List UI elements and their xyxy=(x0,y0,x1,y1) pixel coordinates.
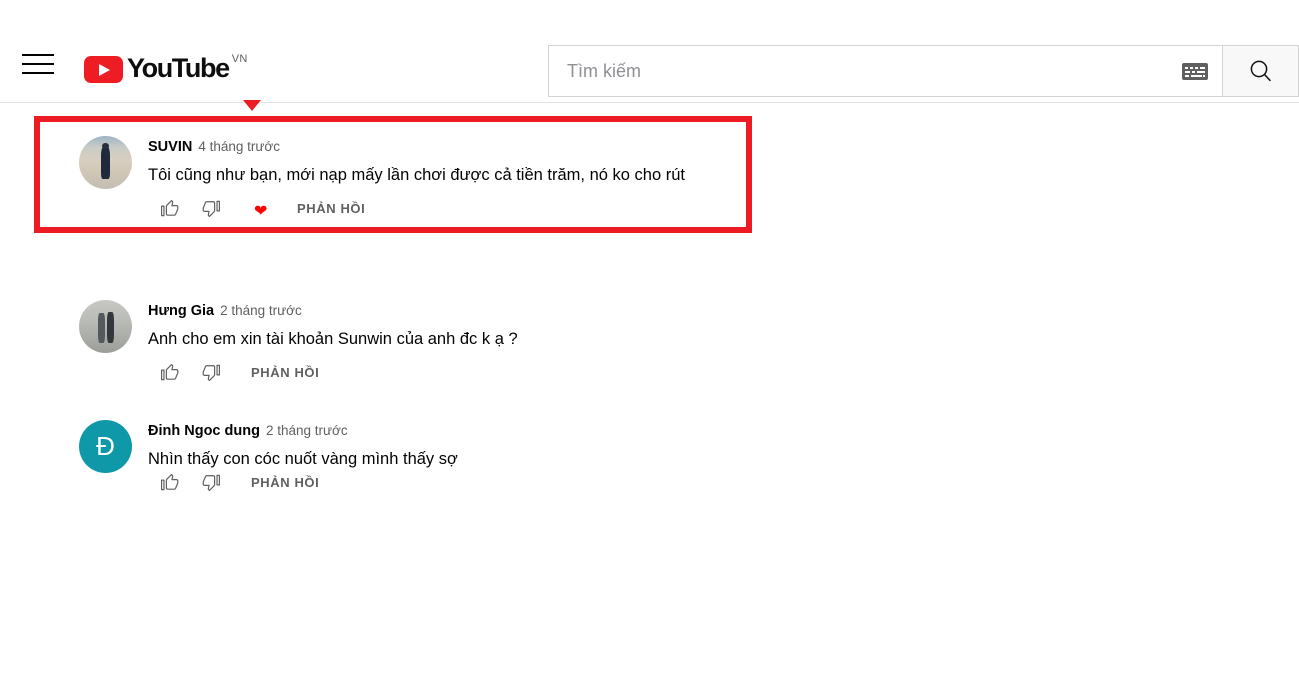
youtube-logo[interactable]: YouTube VN xyxy=(84,53,248,87)
comment-header: Đinh Ngoc dung 2 tháng trước xyxy=(148,422,458,440)
thumbs-up-icon[interactable] xyxy=(157,196,181,220)
comment-body: SUVIN 4 tháng trước Tôi cũng như bạn, mớ… xyxy=(148,136,685,220)
reply-button[interactable]: PHẢN HỒI xyxy=(297,201,365,216)
thumbs-down-icon[interactable] xyxy=(199,360,223,384)
comment-body: Hưng Gia 2 tháng trước Anh cho em xin tà… xyxy=(148,300,518,384)
comment-text: Nhìn thấy con cóc nuốt vàng mình thấy sợ xyxy=(148,450,458,468)
masthead-header: YouTube VN xyxy=(0,0,1299,103)
search-icon xyxy=(1250,60,1271,82)
comment-author[interactable]: SUVIN xyxy=(148,139,192,156)
annotation-arrow-icon xyxy=(243,100,261,111)
comment-actions: PHẢN HỒI xyxy=(157,360,518,384)
search-field[interactable] xyxy=(548,45,1223,97)
comment-text: Anh cho em xin tài khoản Sunwin của anh … xyxy=(148,330,518,348)
thumbs-down-icon[interactable] xyxy=(199,470,223,494)
comment-timestamp[interactable]: 4 tháng trước xyxy=(198,138,280,155)
heart-icon: ❤ xyxy=(254,203,268,220)
thumbs-up-icon[interactable] xyxy=(157,470,181,494)
hamburger-menu-icon[interactable] xyxy=(22,51,56,77)
search-bar xyxy=(548,45,1299,97)
menu-line xyxy=(22,54,54,56)
avatar[interactable] xyxy=(79,136,132,189)
comment-body: Đinh Ngoc dung 2 tháng trước Nhìn thấy c… xyxy=(148,420,458,494)
comment-item: SUVIN 4 tháng trước Tôi cũng như bạn, mớ… xyxy=(79,136,685,220)
avatar[interactable]: Đ xyxy=(79,420,132,473)
comment-timestamp[interactable]: 2 tháng trước xyxy=(266,422,348,439)
comment-item: Đ Đinh Ngoc dung 2 tháng trước Nhìn thấy… xyxy=(79,420,458,494)
comment-text: Tôi cũng như bạn, mới nạp mấy lần chơi đ… xyxy=(148,166,685,184)
menu-line xyxy=(22,63,54,65)
comment-actions: ❤ PHẢN HỒI xyxy=(157,196,685,220)
search-input[interactable] xyxy=(567,60,1174,82)
thumbs-up-icon[interactable] xyxy=(157,360,181,384)
menu-line xyxy=(22,72,54,74)
youtube-play-icon xyxy=(84,56,123,83)
thumbs-down-icon[interactable] xyxy=(199,196,223,220)
comment-header: Hưng Gia 2 tháng trước xyxy=(148,302,518,320)
youtube-country-code: VN xyxy=(231,53,248,65)
comment-actions: PHẢN HỒI xyxy=(157,470,458,494)
reply-button[interactable]: PHẢN HỒI xyxy=(251,365,319,380)
search-button[interactable] xyxy=(1223,45,1299,97)
avatar-photo xyxy=(79,300,132,353)
creator-heart-badge[interactable]: ❤ xyxy=(247,197,269,220)
youtube-logo-text: YouTube xyxy=(127,53,230,83)
avatar-photo xyxy=(79,136,132,189)
keyboard-icon[interactable] xyxy=(1182,62,1208,80)
comment-timestamp[interactable]: 2 tháng trước xyxy=(220,302,302,319)
avatar[interactable] xyxy=(79,300,132,353)
comment-author[interactable]: Đinh Ngoc dung xyxy=(148,423,260,440)
comment-author[interactable]: Hưng Gia xyxy=(148,303,214,320)
avatar-initial: Đ xyxy=(79,420,132,473)
comment-header: SUVIN 4 tháng trước xyxy=(148,138,685,156)
comment-item: Hưng Gia 2 tháng trước Anh cho em xin tà… xyxy=(79,300,518,384)
reply-button[interactable]: PHẢN HỒI xyxy=(251,475,319,490)
